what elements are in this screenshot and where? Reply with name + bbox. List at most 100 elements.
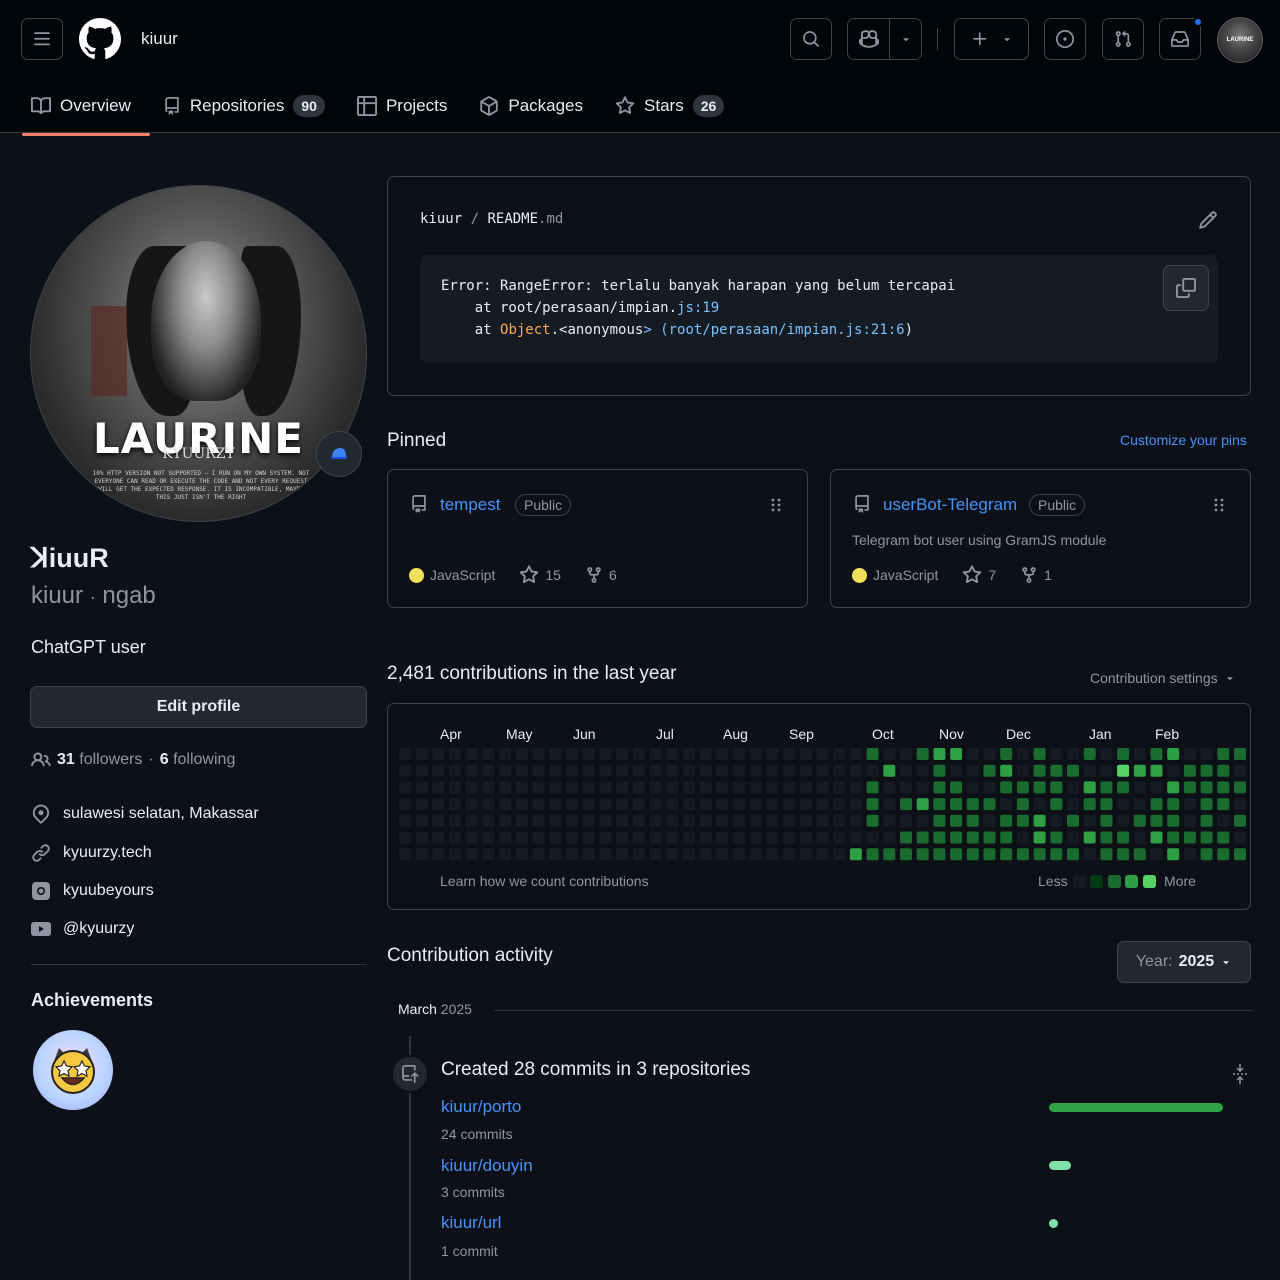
contribution-day[interactable] [1200,814,1213,827]
contribution-day[interactable] [1234,848,1246,861]
contribution-day[interactable] [916,764,929,777]
contribution-day[interactable] [849,798,862,811]
contribution-day[interactable] [632,748,645,760]
contribution-day[interactable] [783,831,796,844]
contribution-day[interactable] [866,798,879,811]
contribution-day[interactable] [883,798,896,811]
contribution-day[interactable] [582,848,595,861]
year-selector[interactable]: Year: 2025 [1117,941,1251,983]
contribution-day[interactable] [549,814,562,827]
contribution-day[interactable] [515,781,528,794]
contribution-day[interactable] [482,798,495,811]
contribution-day[interactable] [1150,814,1163,827]
contribution-day[interactable] [399,798,411,811]
contribution-day[interactable] [465,814,478,827]
contribution-settings-dropdown[interactable]: Contribution settings [1090,670,1236,686]
contribution-day[interactable] [582,781,595,794]
contribution-day[interactable] [599,748,612,760]
contribution-day[interactable] [1117,798,1130,811]
contribution-day[interactable] [549,781,562,794]
copilot-button[interactable] [847,18,922,60]
contribution-day[interactable] [465,748,478,760]
contribution-day[interactable] [1000,814,1013,827]
contribution-day[interactable] [632,831,645,844]
contribution-day[interactable] [599,814,612,827]
contribution-day[interactable] [532,764,545,777]
contribution-day[interactable] [833,798,846,811]
contribution-day[interactable] [1133,748,1146,760]
contribution-day[interactable] [1100,814,1113,827]
contribution-day[interactable] [900,764,912,777]
contribution-day[interactable] [966,848,979,861]
contribution-day[interactable] [515,848,528,861]
contribution-day[interactable] [766,848,779,861]
grabber-icon[interactable] [1214,497,1224,513]
contribution-day[interactable] [549,848,562,861]
contribution-day[interactable] [1200,798,1213,811]
achievement-badge[interactable] [33,1030,113,1110]
tab-repositories[interactable]: Repositories 90 [162,84,334,128]
contribution-day[interactable] [1083,848,1096,861]
contribution-day[interactable] [1033,781,1046,794]
header-username[interactable]: kiuur [141,29,178,49]
contribution-day[interactable] [699,748,712,760]
contribution-day[interactable] [1016,764,1029,777]
contribution-day[interactable] [766,781,779,794]
contribution-day[interactable] [1133,798,1146,811]
instagram-link[interactable]: kyuubeyours [63,882,154,900]
contribution-day[interactable] [465,848,478,861]
contribution-day[interactable] [699,814,712,827]
learn-contributions-link[interactable]: Learn how we count contributions [440,873,649,889]
contribution-day[interactable] [716,748,729,760]
contribution-day[interactable] [849,848,862,861]
contribution-day[interactable] [883,848,896,861]
contribution-day[interactable] [449,848,462,861]
contribution-day[interactable] [916,831,929,844]
followers-link[interactable]: 31 followers [57,751,142,769]
contribution-day[interactable] [749,814,762,827]
contribution-day[interactable] [849,814,862,827]
contribution-day[interactable] [833,748,846,760]
contribution-day[interactable] [1117,814,1130,827]
website-link[interactable]: kyuurzy.tech [63,844,152,862]
contribution-day[interactable] [916,848,929,861]
contribution-day[interactable] [749,781,762,794]
contribution-day[interactable] [499,831,512,844]
contribution-day[interactable] [733,781,745,794]
contribution-day[interactable] [465,764,478,777]
contribution-day[interactable] [482,814,495,827]
contribution-day[interactable] [1150,831,1163,844]
contribution-day[interactable] [1150,748,1163,760]
contribution-day[interactable] [716,814,729,827]
contribution-day[interactable] [1050,798,1063,811]
contribution-day[interactable] [582,764,595,777]
contribution-day[interactable] [883,781,896,794]
contribution-day[interactable] [1183,748,1196,760]
contribution-day[interactable] [682,764,695,777]
activity-repo-commits[interactable]: 24 commits [441,1126,513,1142]
contribution-day[interactable] [599,781,612,794]
contribution-day[interactable] [783,848,796,861]
contribution-day[interactable] [799,798,812,811]
contribution-day[interactable] [849,764,862,777]
contribution-day[interactable] [666,831,679,844]
contribution-day[interactable] [966,781,979,794]
contribution-day[interactable] [783,781,796,794]
contribution-day[interactable] [716,764,729,777]
contribution-day[interactable] [983,831,996,844]
contribution-day[interactable] [399,814,411,827]
contribution-day[interactable] [1150,848,1163,861]
contribution-day[interactable] [616,798,629,811]
contribution-day[interactable] [1167,798,1180,811]
contribution-day[interactable] [1183,814,1196,827]
contribution-day[interactable] [1234,764,1246,777]
contribution-day[interactable] [499,764,512,777]
tab-packages[interactable]: Packages [478,84,592,128]
contribution-day[interactable] [449,764,462,777]
contribution-day[interactable] [549,764,562,777]
contribution-day[interactable] [1050,848,1063,861]
contribution-day[interactable] [816,831,829,844]
contribution-day[interactable] [900,798,912,811]
contribution-day[interactable] [816,814,829,827]
contribution-day[interactable] [699,798,712,811]
